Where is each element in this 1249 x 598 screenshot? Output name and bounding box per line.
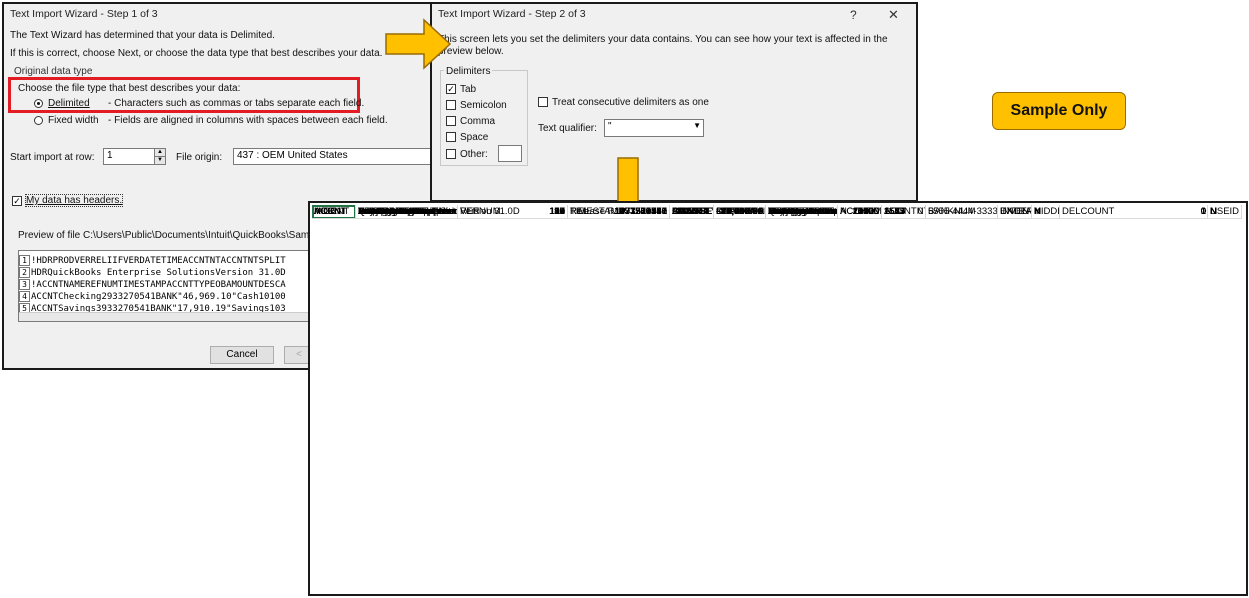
sheet-cell[interactable]: 1197716149 (568, 205, 670, 219)
detected-text: The Text Wizard has determined that your… (10, 30, 275, 41)
other-input[interactable] (498, 145, 522, 162)
preview-line: 4 ACCNTChecking2933270541BANK"46,969.10"C… (19, 291, 286, 303)
text-qualifier-label: Text qualifier: (538, 123, 597, 134)
preview-text: ACCNTChecking2933270541BANK"46,969.10"Ca… (31, 292, 286, 302)
instruction-text: If this is correct, choose Next, or choo… (10, 48, 383, 59)
preview-text: !ACCNTNAMEREFNUMTIMESTAMPACCNTTYPEOBAMOU… (31, 280, 286, 290)
sheet-cell[interactable]: 1577 (882, 205, 926, 219)
choose-label: Choose the file type that best describes… (18, 83, 241, 94)
sample-only-badge: Sample Only (992, 92, 1126, 130)
preview-line: 1 !HDRPRODVERRELIIFVERDATETIMEACCNTNTACCN… (19, 255, 286, 267)
start-row-label: Start import at row: (10, 152, 95, 163)
step1-title: Text Import Wizard - Step 1 of 3 (10, 8, 158, 20)
comma-checkbox[interactable] (446, 116, 456, 126)
line-number: 3 (19, 279, 30, 290)
fixed-width-label[interactable]: Fixed width (48, 115, 99, 126)
headers-checkbox[interactable]: ✓ (12, 196, 22, 206)
sheet-cell[interactable] (766, 205, 838, 219)
headers-label[interactable]: My data has headers. (24, 194, 124, 207)
step2-title: Text Import Wizard - Step 2 of 3 (438, 8, 586, 20)
sheet-cell[interactable]: 24010 (838, 205, 882, 219)
spin-down-icon[interactable]: ▼ (154, 156, 166, 165)
space-checkbox[interactable] (446, 132, 456, 142)
text-qualifier-value: " (608, 121, 612, 132)
other-label[interactable]: Other: (460, 149, 488, 160)
tab-label[interactable]: Tab (460, 84, 476, 95)
cancel-button[interactable]: Cancel (210, 346, 274, 364)
file-origin-label: File origin: (176, 152, 223, 163)
preview-label: Preview of file C:\Users\Public\Document… (18, 230, 317, 241)
line-number: 2 (19, 267, 30, 278)
treat-consecutive-checkbox[interactable] (538, 97, 548, 107)
sheet-cell[interactable]: Payroll Liabilities:Feder (356, 205, 458, 219)
sheet-cell[interactable] (926, 205, 998, 219)
step2-dialog: Text Import Wizard - Step 2 of 3 ? ✕ Thi… (430, 2, 918, 202)
tab-checkbox[interactable]: ✓ (446, 84, 456, 94)
close-icon[interactable]: ✕ (888, 7, 899, 23)
sheet-cell[interactable]: 0 (1060, 205, 1208, 219)
preview-line: 2 HDRQuickBooks Enterprise SolutionsVersi… (19, 267, 286, 279)
line-number: 4 (19, 291, 30, 302)
fixed-width-desc: - Fields are aligned in columns with spa… (108, 115, 388, 126)
spreadsheet[interactable]: !HDR PROD VER REL IIFVER DATE TIME ACCNTNT ACCNT… (308, 201, 1248, 596)
right-arrow-icon (385, 18, 452, 70)
space-label[interactable]: Space (460, 132, 488, 143)
group-label: Original data type (14, 66, 93, 77)
semicolon-label[interactable]: Semicolon (460, 100, 507, 111)
preview-text: HDRQuickBooks Enterprise SolutionsVersio… (31, 268, 286, 278)
delimited-desc: - Characters such as commas or tabs sepa… (108, 98, 365, 109)
treat-consecutive-label[interactable]: Treat consecutive delimiters as one (552, 97, 709, 108)
sheet-cell[interactable] (998, 205, 1032, 219)
sheet-cell[interactable]: N (1208, 205, 1242, 219)
fixed-width-radio[interactable] (34, 116, 43, 125)
help-icon[interactable]: ? (850, 8, 857, 22)
line-number: 1 (19, 255, 30, 266)
delimited-label[interactable]: Delimited (48, 98, 90, 109)
comma-label[interactable]: Comma (460, 116, 495, 127)
delimited-radio[interactable] (34, 99, 43, 108)
chevron-down-icon: ▼ (693, 121, 701, 130)
sheet-cell[interactable]: -1,364.00 (714, 205, 766, 219)
sheet-cell[interactable]: 110 (458, 205, 568, 219)
start-row-input[interactable]: 1 (103, 148, 155, 165)
preview-text: !HDRPRODVERRELIIFVERDATETIMEACCNTNTACCNT… (31, 256, 286, 266)
text-qualifier-select[interactable]: " ▼ (604, 119, 704, 137)
sheet-cell[interactable]: ACCNT (312, 205, 356, 219)
semicolon-checkbox[interactable] (446, 100, 456, 110)
preview-line: 3 !ACCNTNAMEREFNUMTIMESTAMPACCNTTYPEOBAMO… (19, 279, 286, 291)
other-checkbox[interactable] (446, 149, 456, 159)
sheet-cell[interactable]: OCLIAB (670, 205, 714, 219)
step2-desc-line1: This screen lets you set the delimiters … (438, 34, 888, 45)
sheet-cell[interactable]: N (1032, 205, 1060, 219)
file-origin-select[interactable]: 437 : OEM United States (233, 148, 431, 165)
